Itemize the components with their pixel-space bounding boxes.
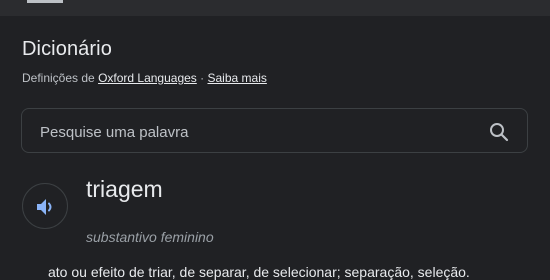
oxford-languages-link[interactable]: Oxford Languages bbox=[98, 71, 197, 85]
search-icon[interactable] bbox=[489, 122, 509, 142]
entry-word: triagem bbox=[86, 176, 163, 202]
learn-more-link[interactable]: Saiba mais bbox=[208, 71, 267, 85]
part-of-speech: substantivo feminino bbox=[86, 229, 214, 245]
source-prefix: Definições de bbox=[22, 71, 95, 85]
search-input[interactable] bbox=[38, 119, 472, 145]
dictionary-title: Dicionário bbox=[22, 38, 112, 60]
definition-text: ato ou efeito de triar, de separar, de s… bbox=[48, 264, 470, 280]
dictionary-search-box bbox=[21, 108, 528, 153]
pronunciation-button[interactable] bbox=[22, 183, 68, 229]
dictionary-source: Definições de Oxford Languages · Saiba m… bbox=[22, 71, 267, 85]
header-accent-bar bbox=[27, 0, 63, 3]
top-app-bar bbox=[0, 0, 550, 16]
speaker-icon bbox=[37, 199, 52, 215]
source-separator: · bbox=[200, 71, 205, 85]
